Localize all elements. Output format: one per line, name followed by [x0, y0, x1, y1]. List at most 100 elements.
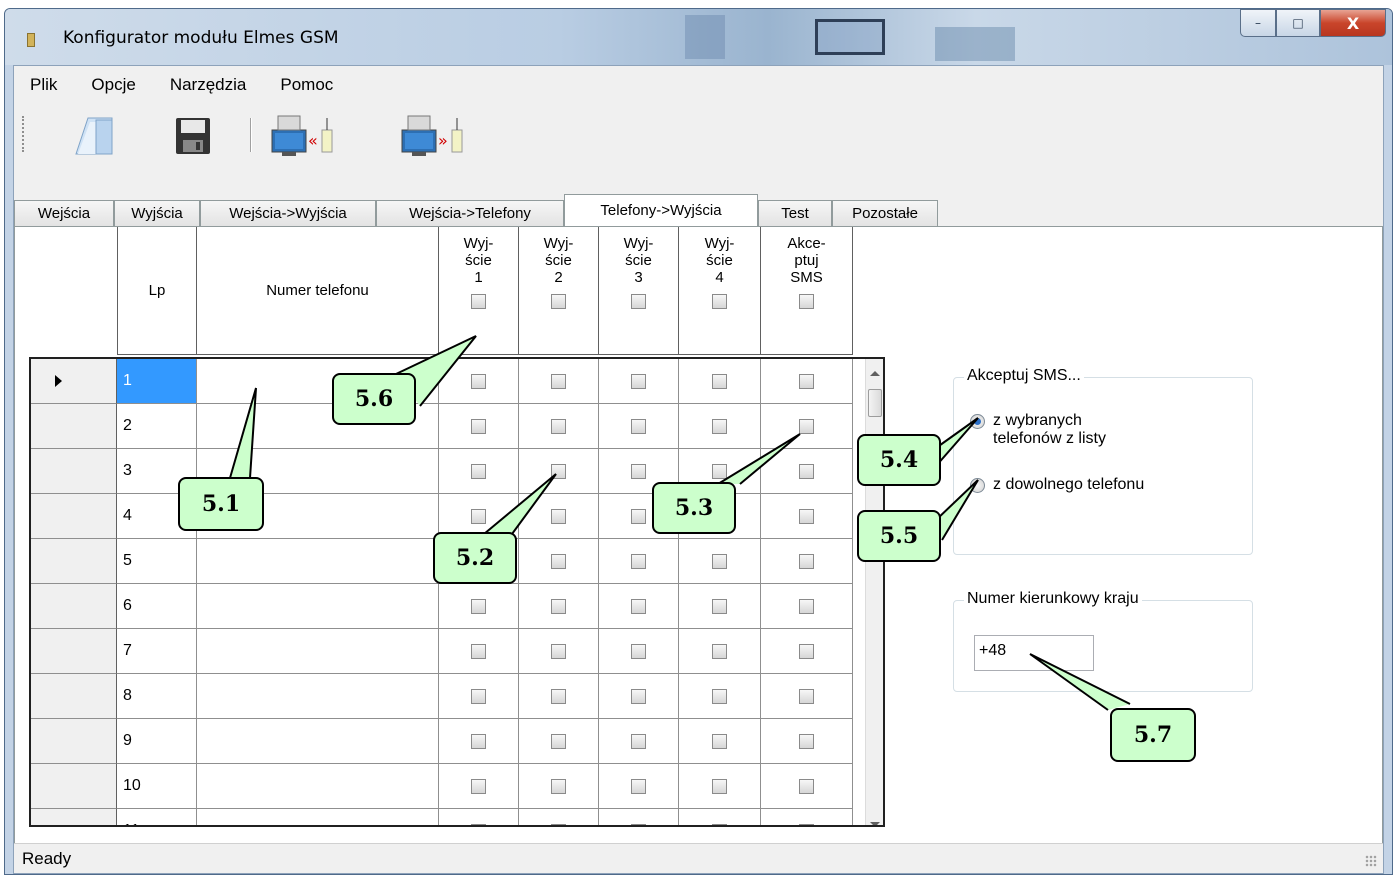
cell-output-4[interactable] [679, 719, 761, 764]
cell-output-2[interactable] [519, 539, 599, 584]
checkbox[interactable] [551, 733, 566, 749]
checkbox[interactable] [471, 598, 486, 614]
checkbox[interactable] [712, 553, 727, 569]
table-row[interactable]: 6 [31, 584, 867, 629]
checkbox[interactable] [551, 418, 566, 434]
cell-output-1[interactable] [439, 359, 519, 404]
cell-output-3[interactable] [599, 764, 679, 809]
cell-lp[interactable]: 11 [117, 809, 197, 825]
cell-output-4[interactable] [679, 764, 761, 809]
header-checkbox-output-3[interactable] [631, 294, 646, 309]
checkbox[interactable] [631, 508, 646, 524]
title-bar[interactable]: Konfigurator modułu Elmes GSM – □ X [5, 9, 1392, 65]
cell-output-2[interactable] [519, 674, 599, 719]
checkbox[interactable] [712, 688, 727, 704]
header-phone-number[interactable]: Numer telefonu [197, 227, 439, 355]
cell-output-1[interactable] [439, 719, 519, 764]
cell-accept-sms[interactable] [761, 719, 853, 764]
radio-selected-phones[interactable]: z wybranych telefonów z listy [970, 412, 1106, 448]
tab-telefony-wyjscia[interactable]: Telefony->Wyjścia [564, 194, 758, 226]
checkbox[interactable] [551, 553, 566, 569]
cell-lp[interactable]: 5 [117, 539, 197, 584]
cell-output-2[interactable] [519, 359, 599, 404]
checkbox[interactable] [551, 778, 566, 794]
checkbox[interactable] [799, 463, 814, 479]
cell-accept-sms[interactable] [761, 584, 853, 629]
checkbox[interactable] [799, 823, 814, 825]
row-header[interactable] [31, 809, 117, 825]
cell-phone-number[interactable] [197, 764, 439, 809]
checkbox[interactable] [799, 508, 814, 524]
row-header[interactable] [31, 359, 117, 404]
checkbox[interactable] [551, 463, 566, 479]
cell-output-1[interactable] [439, 449, 519, 494]
checkbox[interactable] [799, 688, 814, 704]
checkbox[interactable] [712, 463, 727, 479]
checkbox[interactable] [631, 373, 646, 389]
header-accept-sms[interactable]: Akce- ptuj SMS [761, 227, 853, 355]
checkbox[interactable] [712, 598, 727, 614]
cell-output-1[interactable] [439, 674, 519, 719]
maximize-button[interactable]: □ [1276, 9, 1320, 37]
checkbox[interactable] [712, 733, 727, 749]
checkbox[interactable] [631, 418, 646, 434]
tab-wejscia-wyjscia[interactable]: Wejścia->Wyjścia [200, 200, 376, 226]
cell-accept-sms[interactable] [761, 764, 853, 809]
radio-any-phone[interactable]: z dowolnego telefonu [970, 476, 1144, 494]
checkbox[interactable] [631, 463, 646, 479]
cell-accept-sms[interactable] [761, 674, 853, 719]
cell-phone-number[interactable] [197, 539, 439, 584]
checkbox[interactable] [551, 373, 566, 389]
cell-phone-number[interactable] [197, 809, 439, 825]
header-checkbox-output-2[interactable] [551, 294, 566, 309]
menu-opcje[interactable]: Opcje [91, 75, 135, 95]
row-header[interactable] [31, 494, 117, 539]
checkbox[interactable] [551, 688, 566, 704]
cell-output-4[interactable] [679, 809, 761, 825]
table-row[interactable]: 9 [31, 719, 867, 764]
checkbox[interactable] [712, 418, 727, 434]
row-header[interactable] [31, 674, 117, 719]
header-output-1[interactable]: Wyj- ście 1 [439, 227, 519, 355]
vertical-scrollbar[interactable] [865, 359, 883, 825]
cell-output-4[interactable] [679, 629, 761, 674]
table-row[interactable]: 1 [31, 359, 867, 404]
cell-lp[interactable]: 7 [117, 629, 197, 674]
scroll-thumb[interactable] [868, 389, 882, 417]
checkbox[interactable] [631, 553, 646, 569]
write-to-device-icon[interactable]: » [394, 114, 463, 158]
header-output-2[interactable]: Wyj- ście 2 [519, 227, 599, 355]
cell-output-1[interactable] [439, 584, 519, 629]
checkbox[interactable] [551, 643, 566, 659]
checkbox[interactable] [799, 598, 814, 614]
header-output-4[interactable]: Wyj- ście 4 [679, 227, 761, 355]
cell-phone-number[interactable] [197, 674, 439, 719]
header-checkbox-output-4[interactable] [712, 294, 727, 309]
cell-output-3[interactable] [599, 584, 679, 629]
save-floppy-icon[interactable] [164, 114, 224, 158]
cell-lp[interactable]: 6 [117, 584, 197, 629]
menu-plik[interactable]: Plik [30, 75, 57, 95]
tab-wyjscia[interactable]: Wyjścia [114, 200, 200, 226]
checkbox[interactable] [631, 688, 646, 704]
radio-button-icon[interactable] [970, 478, 985, 493]
row-header[interactable] [31, 539, 117, 584]
cell-output-3[interactable] [599, 359, 679, 404]
cell-output-4[interactable] [679, 359, 761, 404]
table-row[interactable]: 2 [31, 404, 867, 449]
row-header[interactable] [31, 764, 117, 809]
cell-output-2[interactable] [519, 764, 599, 809]
scroll-down-icon[interactable] [870, 822, 880, 825]
radio-button-icon[interactable] [970, 414, 985, 429]
cell-accept-sms[interactable] [761, 404, 853, 449]
cell-output-2[interactable] [519, 719, 599, 764]
checkbox[interactable] [471, 733, 486, 749]
cell-lp[interactable]: 2 [117, 404, 197, 449]
cell-output-3[interactable] [599, 719, 679, 764]
toolbar-grip[interactable] [22, 116, 25, 152]
checkbox[interactable] [799, 778, 814, 794]
checkbox[interactable] [551, 508, 566, 524]
cell-output-3[interactable] [599, 674, 679, 719]
cell-output-1[interactable] [439, 764, 519, 809]
table-row[interactable]: 3 [31, 449, 867, 494]
